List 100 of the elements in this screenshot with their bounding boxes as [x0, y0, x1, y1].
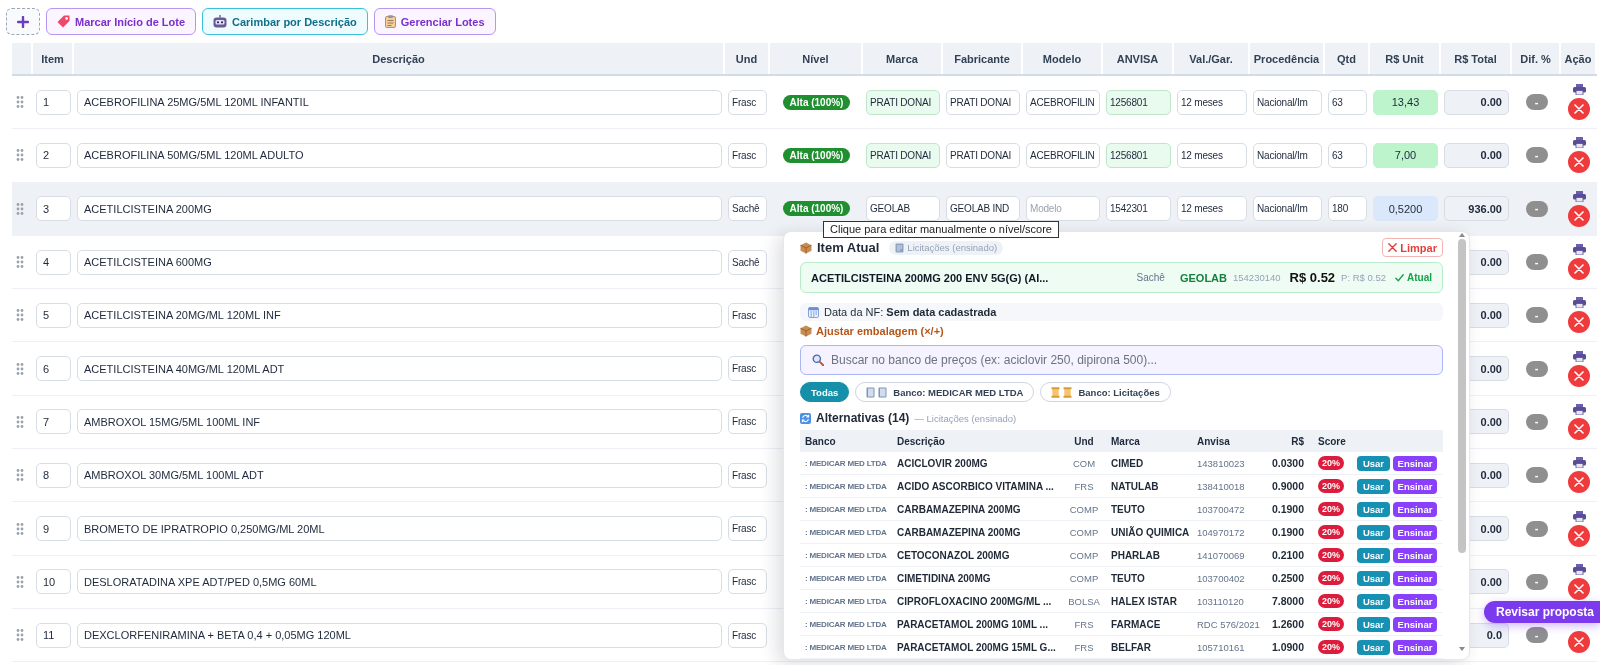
- unit-price-field[interactable]: 13,43: [1373, 89, 1438, 115]
- unit-field[interactable]: Frasc: [728, 409, 767, 435]
- unit-field[interactable]: Frasc: [728, 622, 767, 648]
- teach-button[interactable]: Ensinar: [1393, 478, 1437, 494]
- stamp-by-description-button[interactable]: Carimbar por Descrição: [202, 8, 368, 35]
- scrollbar-thumb[interactable]: [1458, 239, 1466, 553]
- scroll-down-arrow-icon[interactable]: [1459, 647, 1465, 651]
- teach-button[interactable]: Ensinar: [1393, 570, 1437, 586]
- delete-button[interactable]: [1568, 417, 1590, 440]
- origin-field[interactable]: Nacional/Im: [1253, 89, 1322, 115]
- origin-field[interactable]: Nacional/Im: [1253, 196, 1322, 222]
- drag-handle-icon[interactable]: [16, 309, 24, 322]
- unit-field[interactable]: Sachê: [728, 249, 767, 275]
- warranty-field[interactable]: 12 meses: [1177, 89, 1247, 115]
- item-number-field[interactable]: 10: [36, 569, 71, 595]
- teach-button[interactable]: Ensinar: [1393, 593, 1437, 609]
- item-number-field[interactable]: 7: [36, 409, 71, 435]
- unit-field[interactable]: Frasc: [728, 462, 767, 488]
- unit-field[interactable]: Frasc: [728, 569, 767, 595]
- printer-icon[interactable]: [1572, 137, 1586, 149]
- description-field[interactable]: ACETILCISTEINA 600MG: [77, 249, 722, 275]
- drag-handle-icon[interactable]: [16, 149, 24, 162]
- drag-handle-icon[interactable]: [16, 362, 24, 375]
- origin-field[interactable]: Nacional/Im: [1253, 142, 1322, 168]
- quantity-field[interactable]: 180: [1328, 196, 1367, 222]
- delete-button[interactable]: [1568, 577, 1590, 600]
- description-field[interactable]: DESLORATADINA XPE ADT/PED 0,5MG 60ML: [77, 569, 722, 595]
- search-field[interactable]: Buscar no banco de preços (ex: aciclovir 250, dipirona 500)...: [800, 345, 1443, 375]
- quantity-field[interactable]: 63: [1328, 89, 1367, 115]
- printer-icon[interactable]: [1572, 563, 1586, 575]
- drag-handle-icon[interactable]: [16, 575, 24, 588]
- use-button[interactable]: Usar: [1357, 639, 1390, 655]
- description-field[interactable]: BROMETO DE IPRATROPIO 0,250MG/ML 20ML: [77, 516, 722, 541]
- item-number-field[interactable]: 5: [36, 302, 71, 328]
- manufacturer-field[interactable]: PRATI DONAI: [946, 89, 1020, 115]
- filter-chip[interactable]: Banco: MEDICAR MED LTDA: [855, 382, 1035, 402]
- printer-icon[interactable]: [1572, 350, 1586, 362]
- printer-icon[interactable]: [1572, 84, 1586, 96]
- item-number-field[interactable]: 2: [36, 142, 71, 168]
- printer-icon[interactable]: [1572, 244, 1586, 256]
- brand-field[interactable]: PRATI DONAI: [866, 142, 940, 168]
- delete-button[interactable]: [1568, 258, 1590, 281]
- drag-handle-icon[interactable]: [16, 415, 24, 428]
- description-field[interactable]: AMBROXOL 15MG/5ML 100ML INF: [77, 409, 722, 435]
- delete-button[interactable]: [1568, 151, 1590, 174]
- clear-button[interactable]: Limpar: [1382, 238, 1443, 257]
- use-button[interactable]: Usar: [1357, 501, 1390, 517]
- add-button[interactable]: [6, 8, 40, 35]
- brand-field[interactable]: GEOLAB: [866, 196, 940, 222]
- manufacturer-field[interactable]: PRATI DONAI: [946, 142, 1020, 168]
- teach-button[interactable]: Ensinar: [1393, 501, 1437, 517]
- printer-icon[interactable]: [1572, 510, 1586, 522]
- drag-handle-icon[interactable]: [16, 202, 24, 215]
- description-field[interactable]: ACETILCISTEINA 200MG: [77, 196, 722, 222]
- unit-field[interactable]: Sachê: [728, 196, 767, 222]
- printer-icon[interactable]: [1572, 297, 1586, 309]
- filter-chip[interactable]: Todas: [800, 382, 850, 402]
- mark-batch-start-button[interactable]: Marcar Início de Lote: [46, 8, 197, 35]
- drag-handle-icon[interactable]: [16, 629, 24, 642]
- model-field[interactable]: ACEBROFILIN: [1026, 89, 1100, 115]
- item-number-field[interactable]: 3: [36, 196, 71, 222]
- warranty-field[interactable]: 12 meses: [1177, 196, 1247, 222]
- filter-chip[interactable]: Banco: Licitações: [1040, 382, 1171, 402]
- delete-button[interactable]: [1568, 364, 1590, 387]
- item-number-field[interactable]: 6: [36, 356, 71, 382]
- level-badge[interactable]: Alta (100%): [782, 201, 851, 217]
- item-number-field[interactable]: 1: [36, 89, 71, 115]
- delete-button[interactable]: [1568, 204, 1590, 227]
- use-button[interactable]: Usar: [1357, 478, 1390, 494]
- use-button[interactable]: Usar: [1357, 616, 1390, 632]
- unit-field[interactable]: Frasc: [728, 142, 767, 168]
- teach-button[interactable]: Ensinar: [1393, 639, 1437, 655]
- delete-button[interactable]: [1568, 98, 1590, 121]
- anvisa-field[interactable]: 1256801: [1106, 142, 1171, 168]
- anvisa-field[interactable]: 1256801: [1106, 89, 1171, 115]
- description-field[interactable]: ACEBROFILINA 50MG/5ML 120ML ADULTO: [77, 142, 722, 168]
- teach-button[interactable]: Ensinar: [1393, 455, 1437, 471]
- unit-field[interactable]: Frasc: [728, 302, 767, 328]
- delete-button[interactable]: [1568, 311, 1590, 334]
- item-number-field[interactable]: 8: [36, 462, 71, 488]
- item-number-field[interactable]: 4: [36, 249, 71, 275]
- level-badge[interactable]: Alta (100%): [782, 94, 851, 110]
- drag-handle-icon[interactable]: [16, 256, 24, 269]
- description-field[interactable]: AMBROXOL 30MG/5ML 100ML ADT: [77, 462, 722, 488]
- printer-icon[interactable]: [1572, 403, 1586, 415]
- unit-field[interactable]: Frasc: [728, 356, 767, 382]
- level-badge[interactable]: Alta (100%): [782, 147, 851, 163]
- printer-icon[interactable]: [1572, 457, 1586, 469]
- use-button[interactable]: Usar: [1357, 455, 1390, 471]
- use-button[interactable]: Usar: [1357, 524, 1390, 540]
- drag-handle-icon[interactable]: [16, 96, 24, 109]
- drag-handle-icon[interactable]: [16, 469, 24, 482]
- scroll-up-arrow-icon[interactable]: [1459, 233, 1465, 237]
- unit-field[interactable]: Frasc: [728, 89, 767, 115]
- adjust-packaging-link[interactable]: Ajustar embalagem (×/+): [800, 323, 944, 339]
- use-button[interactable]: Usar: [1357, 593, 1390, 609]
- manufacturer-field[interactable]: GEOLAB IND: [946, 196, 1020, 222]
- model-field[interactable]: ACEBROFILIN: [1026, 142, 1100, 168]
- review-proposal-button[interactable]: Revisar proposta: [1484, 601, 1600, 623]
- delete-button[interactable]: [1568, 471, 1590, 494]
